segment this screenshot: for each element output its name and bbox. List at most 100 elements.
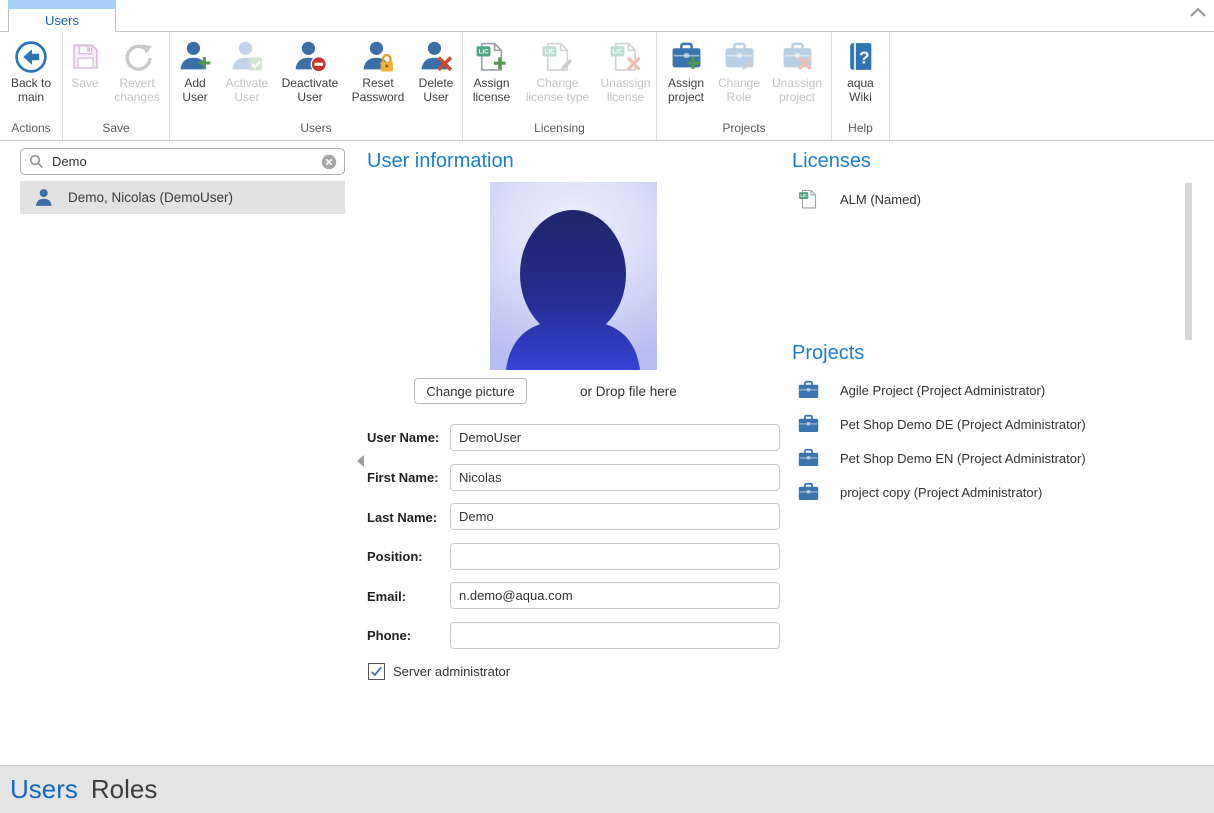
back-arrow-circle-icon [13,39,49,74]
button-label: Activate User [218,77,276,104]
ribbon-group-label: Licensing [463,119,656,140]
server-administrator-checkbox-row[interactable]: Server administrator [368,663,510,680]
user-x-icon [420,39,453,74]
user-information-title: User information [367,150,514,173]
projects-title: Projects [792,342,864,365]
save-button[interactable]: Save [64,39,106,91]
search-icon [29,154,44,169]
drop-file-hint: or Drop file here [580,384,677,399]
ribbon-group-actions: Back to main Actions [0,32,63,140]
change-license-type-button[interactable]: Change license type [520,39,596,104]
license-doc-pencil-icon [541,39,574,74]
delete-user-button[interactable]: Delete User [412,39,460,104]
collapse-panel-arrow[interactable] [357,455,364,467]
position-field[interactable] [450,543,780,570]
field-label-phone: Phone: [367,628,449,643]
button-label: Assign license [464,77,520,104]
ribbon-collapse-chevron-icon[interactable] [1188,5,1208,23]
user-person-icon [35,188,55,208]
ribbon-group-save: Save Revert changes Save [63,32,170,140]
tab-users[interactable]: Users [8,0,116,32]
ribbon-group-users: Add User Activate User [170,32,463,140]
project-item[interactable]: Agile Project (Project Administrator) [797,379,1045,402]
button-label: Unassign license [596,77,656,104]
search-input[interactable] [50,153,321,170]
footer-tab-users[interactable]: Users [10,774,78,805]
ribbon-group-label: Projects [657,119,831,140]
button-label: Save [71,77,98,91]
field-label-position: Position: [367,549,449,564]
ribbon-group-label: Users [170,119,462,140]
lastname-field[interactable] [450,503,780,530]
project-item[interactable]: Pet Shop Demo EN (Project Administrator) [797,447,1086,470]
briefcase-pencil-icon [723,39,756,74]
project-item-label: project copy (Project Administrator) [840,485,1042,500]
ribbon-group-help: ? aqua Wiki Help [832,32,890,140]
assign-license-button[interactable]: Assign license [464,39,520,104]
clear-search-icon[interactable] [321,154,337,170]
footer-module-bar: Users Roles [0,765,1214,813]
unassign-license-button[interactable]: Unassign license [596,39,656,104]
button-label: Change license type [520,77,596,104]
button-label: Back to main [2,77,60,104]
briefcase-x-icon [781,39,814,74]
aqua-wiki-button[interactable]: ? aqua Wiki [839,39,883,104]
field-label-email: Email: [367,589,449,604]
button-label: Assign project [659,77,713,104]
user-plus-icon [179,39,212,74]
button-label: Reset Password [344,77,412,104]
revert-changes-button[interactable]: Revert changes [106,39,168,104]
user-block-icon [294,39,327,74]
project-item[interactable]: Pet Shop Demo DE (Project Administrator) [797,413,1086,436]
briefcase-plus-icon [670,39,703,74]
button-label: Unassign project [765,77,829,104]
deactivate-user-button[interactable]: Deactivate User [276,39,344,104]
button-label: Delete User [412,77,460,104]
server-administrator-label: Server administrator [393,664,510,679]
vertical-scrollbar-thumb[interactable] [1185,183,1192,340]
back-to-main-button[interactable]: Back to main [2,39,60,104]
field-label-lastname: Last Name: [367,510,449,525]
field-label-username: User Name: [367,430,449,445]
ribbon-group-label: Help [832,119,889,140]
user-search-box [20,148,345,175]
change-picture-button[interactable]: Change picture [414,378,527,404]
username-field[interactable] [450,424,780,451]
license-doc-plus-icon [475,39,508,74]
help-book-icon: ? [844,39,877,74]
phone-field[interactable] [450,622,780,649]
button-label: Add User [172,77,218,104]
user-list-item-label: Demo, Nicolas (DemoUser) [68,190,233,205]
ribbon-group-label: Save [63,119,169,140]
change-role-button[interactable]: Change Role [713,39,765,104]
unassign-project-button[interactable]: Unassign project [765,39,829,104]
project-item-label: Pet Shop Demo DE (Project Administrator) [840,417,1086,432]
footer-tab-roles[interactable]: Roles [91,774,157,805]
project-item-label: Pet Shop Demo EN (Project Administrator) [840,451,1086,466]
assign-project-button[interactable]: Assign project [659,39,713,104]
tab-users-label: Users [9,13,115,28]
activate-user-button[interactable]: Activate User [218,39,276,104]
user-avatar [490,182,657,370]
ribbon-group-label: Actions [0,119,62,140]
ribbon-group-licensing: Assign license Change license type Unass… [463,32,657,140]
reset-password-button[interactable]: Reset Password [344,39,412,104]
button-label: Change Role [713,77,765,104]
add-user-button[interactable]: Add User [172,39,218,104]
field-label-firstname: First Name: [367,470,449,485]
license-item-label: ALM (Named) [840,192,921,207]
project-item-label: Agile Project (Project Administrator) [840,383,1045,398]
firstname-field[interactable] [450,464,780,491]
license-item[interactable]: ALM (Named) [798,188,921,210]
licenses-title: Licenses [792,150,871,173]
license-doc-x-icon [609,39,642,74]
ribbon: Back to main Actions Save [0,31,1214,141]
ribbon-group-projects: Assign project Change Role Unassign proj… [657,32,832,140]
project-item[interactable]: project copy (Project Administrator) [797,481,1042,504]
user-list-item-selected[interactable]: Demo, Nicolas (DemoUser) [20,181,345,214]
svg-text:?: ? [859,48,870,68]
button-label: Revert changes [106,77,168,104]
button-label: Deactivate User [276,77,344,104]
checkbox-checked-icon[interactable] [368,663,385,680]
email-field[interactable] [450,582,780,609]
